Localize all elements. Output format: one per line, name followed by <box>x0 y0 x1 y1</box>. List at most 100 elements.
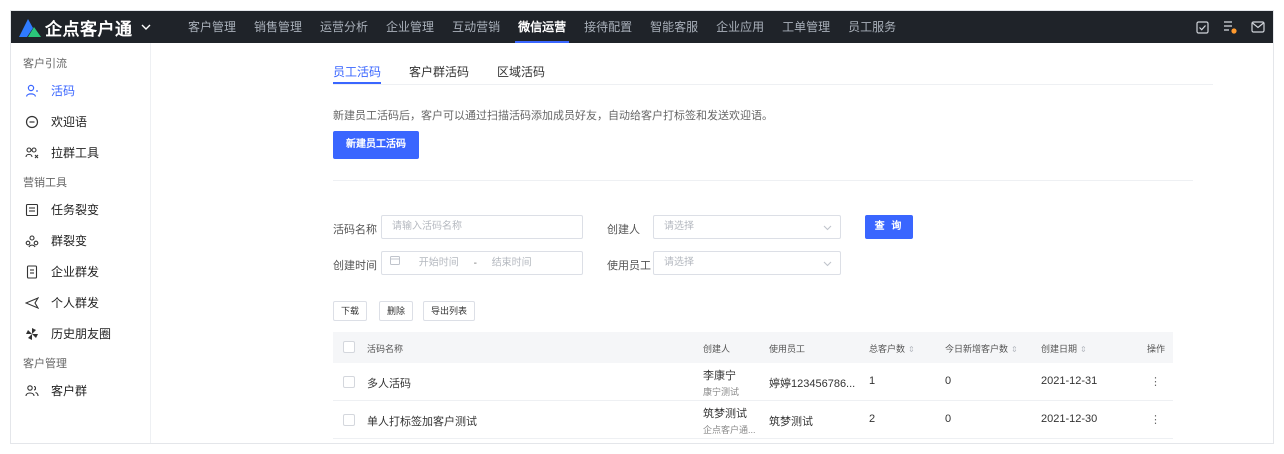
sidebar-item-group-tool[interactable]: 拉群工具 <box>11 137 150 168</box>
total-cell: 1 <box>869 375 876 387</box>
table-header: 活码名称 创建人 使用员工 总客户数 ⇕ 今日新增客户数 ⇕ 创建日期 ⇕ 操作 <box>333 332 1173 363</box>
nav-ticket-management[interactable]: 工单管理 <box>773 11 839 43</box>
col-total-customers[interactable]: 总客户数 ⇕ <box>869 342 915 355</box>
send-icon <box>25 296 39 310</box>
more-actions-icon[interactable]: ⋮ <box>1150 375 1161 388</box>
col-creator: 创建人 <box>703 344 731 354</box>
chevron-down-icon[interactable] <box>141 22 151 33</box>
nav-sales-management[interactable]: 销售管理 <box>245 11 311 43</box>
sidebar-item-label: 历史朋友圈 <box>51 327 112 341</box>
sort-icon[interactable]: ⇕ <box>1011 345 1018 354</box>
creator-cell: 李康宁 康宁测试 <box>703 370 740 397</box>
col-code-name: 活码名称 <box>367 344 404 354</box>
today-cell: 0 <box>945 375 952 387</box>
sidebar-item-enterprise-broadcast[interactable]: 企业群发 <box>11 256 150 287</box>
sidebar-item-personal-broadcast[interactable]: 个人群发 <box>11 287 150 318</box>
row-checkbox[interactable] <box>343 414 355 426</box>
logo-mark-icon <box>19 17 41 37</box>
code-table: 活码名称 创建人 使用员工 总客户数 ⇕ 今日新增客户数 ⇕ 创建日期 ⇕ 操作 多人… <box>333 332 1173 439</box>
sort-icon[interactable]: ⇕ <box>908 345 915 354</box>
chevron-down-icon <box>823 254 832 276</box>
creator-select[interactable]: 请选择 <box>653 215 841 239</box>
new-staff-code-button[interactable]: 新建员工活码 <box>333 131 419 159</box>
sidebar-item-customer-group[interactable]: 客户群 <box>11 375 150 406</box>
sidebar-item-live-code[interactable]: 活码 <box>11 75 150 106</box>
row-checkbox[interactable] <box>343 376 355 388</box>
code-name-cell[interactable]: 单人打标签加客户测试 <box>367 413 477 429</box>
app-logo[interactable]: 企点客户通 <box>11 11 179 43</box>
nav-operations-analysis[interactable]: 运营分析 <box>311 11 377 43</box>
more-actions-icon[interactable]: ⋮ <box>1150 413 1161 426</box>
mail-icon[interactable] <box>1251 20 1265 34</box>
download-button[interactable]: 下载 <box>333 301 368 321</box>
col-staff: 使用员工 <box>769 344 806 354</box>
code-name-input[interactable]: 请输入活码名称 <box>381 215 583 239</box>
code-name-label: 活码名称 <box>333 224 377 236</box>
total-cell: 2 <box>869 413 876 425</box>
nav-customer-management[interactable]: 客户管理 <box>179 11 245 43</box>
staff-cell: 婷婷123456786... <box>769 378 856 390</box>
sidebar-group-marketing: 营销工具 <box>23 177 67 189</box>
customer-group-icon <box>25 384 39 398</box>
sidebar-item-label: 个人群发 <box>51 296 100 310</box>
sidebar-group-lead: 客户引流 <box>23 58 67 70</box>
sidebar-item-label: 欢迎语 <box>51 115 88 129</box>
date-cell: 2021-12-31 <box>1041 375 1098 387</box>
today-cell: 0 <box>945 413 952 425</box>
select-all-checkbox[interactable] <box>343 341 355 353</box>
top-navigation-bar: 企点客户通 客户管理 销售管理 运营分析 企业管理 互动营销 微信运营 接待配置… <box>11 11 1273 43</box>
sidebar-item-label: 群裂变 <box>51 234 88 248</box>
nav-smart-service[interactable]: 智能客服 <box>641 11 707 43</box>
sidebar-item-label: 活码 <box>51 84 76 98</box>
col-today-new[interactable]: 今日新增客户数 ⇕ <box>945 342 1018 355</box>
app-name: 企点客户通 <box>45 19 133 39</box>
date-cell: 2021-12-30 <box>1041 413 1098 425</box>
tab-group-code[interactable]: 客户群活码 <box>409 43 469 84</box>
nav-interactive-marketing[interactable]: 互动营销 <box>443 11 509 43</box>
sidebar-item-label: 企业群发 <box>51 265 100 279</box>
nav-wechat-operations[interactable]: 微信运营 <box>509 11 575 43</box>
col-created-date[interactable]: 创建日期 ⇕ <box>1041 342 1087 355</box>
group-add-icon <box>25 146 39 160</box>
section-divider <box>333 180 1193 181</box>
nav-enterprise-management[interactable]: 企业管理 <box>377 11 443 43</box>
sidebar-item-moments-history[interactable]: 历史朋友圈 <box>11 318 150 349</box>
chevron-down-icon <box>823 218 832 240</box>
delete-button[interactable]: 删除 <box>379 301 414 321</box>
nav-enterprise-apps[interactable]: 企业应用 <box>707 11 773 43</box>
app-window: 企点客户通 客户管理 销售管理 运营分析 企业管理 互动营销 微信运营 接待配置… <box>10 10 1274 444</box>
code-name-cell[interactable]: 多人活码 <box>367 375 411 391</box>
start-time-placeholder[interactable]: 开始时间 <box>419 258 459 269</box>
code-type-tabs: 员工活码 客户群活码 区域活码 <box>333 43 1213 85</box>
sidebar-item-label: 任务裂变 <box>51 203 100 217</box>
range-separator: - <box>473 257 477 269</box>
table-row: 多人活码 李康宁 康宁测试 婷婷123456786... 1 0 2021-12… <box>333 363 1173 401</box>
task-icon <box>25 203 39 217</box>
export-list-button[interactable]: 导出列表 <box>423 301 476 321</box>
nav-reception-config[interactable]: 接待配置 <box>575 11 641 43</box>
staff-placeholder: 请选择 <box>664 257 694 268</box>
creator-cell: 筑梦测试 企点客户通... <box>703 408 756 435</box>
staff-select[interactable]: 请选择 <box>653 251 841 275</box>
checkbox-icon[interactable] <box>1195 20 1209 34</box>
sidebar-item-task-fission[interactable]: 任务裂变 <box>11 194 150 225</box>
main-nav: 客户管理 销售管理 运营分析 企业管理 互动营销 微信运营 接待配置 智能客服 … <box>179 11 905 43</box>
task-list-icon[interactable] <box>1223 20 1237 34</box>
person-code-icon <box>25 84 39 98</box>
table-row: 单人打标签加客户测试 筑梦测试 企点客户通... 筑梦测试 2 0 2021-1… <box>333 401 1173 439</box>
sidebar-item-group-fission[interactable]: 群裂变 <box>11 225 150 256</box>
main-content: 员工活码 客户群活码 区域活码 新建员工活码后，客户可以通过扫描活码添加成员好友… <box>333 43 1213 443</box>
document-icon <box>25 264 39 279</box>
sidebar-group-customer: 客户管理 <box>23 358 67 370</box>
sort-icon[interactable]: ⇕ <box>1080 345 1087 354</box>
tab-staff-code[interactable]: 员工活码 <box>333 43 382 84</box>
query-button[interactable]: 查 询 <box>865 215 913 239</box>
created-time-range[interactable]: 开始时间 - 结束时间 <box>381 251 583 275</box>
sidebar-item-label: 客户群 <box>51 384 88 398</box>
sidebar-item-welcome[interactable]: 欢迎语 <box>11 106 150 137</box>
created-time-label: 创建时间 <box>333 260 377 272</box>
nav-staff-service[interactable]: 员工服务 <box>839 11 905 43</box>
tab-region-code[interactable]: 区域活码 <box>497 43 545 84</box>
end-time-placeholder[interactable]: 结束时间 <box>492 258 532 269</box>
creator-label: 创建人 <box>607 224 640 236</box>
